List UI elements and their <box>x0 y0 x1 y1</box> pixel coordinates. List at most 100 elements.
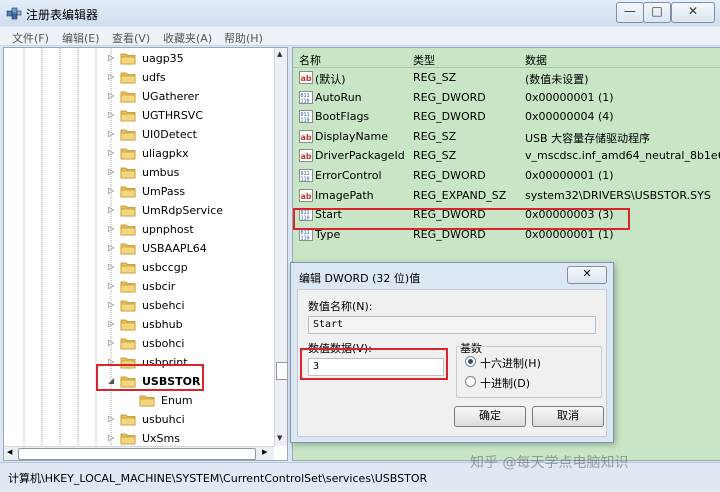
scroll-up-arrow-icon[interactable]: ▲ <box>277 50 282 58</box>
maximize-button[interactable]: □ <box>643 2 671 23</box>
tree-item-label[interactable]: uagp35 <box>142 52 184 65</box>
expanded-arrow-icon[interactable]: ◢ <box>108 376 114 385</box>
expand-arrow-icon[interactable]: ▷ <box>108 72 114 81</box>
tree-item-label[interactable]: usbcir <box>142 280 175 293</box>
tree-item-label[interactable]: UmRdpService <box>142 204 223 217</box>
column-header-data[interactable]: 数据 <box>525 52 547 68</box>
value-row[interactable]: 011 110 Type REG_DWORD 0x00000001 (1) <box>293 225 720 244</box>
value-row[interactable]: ab DriverPackageId REG_SZ v_mscdsc.inf_amd6… <box>293 146 720 165</box>
tree-item-label[interactable]: UI0Detect <box>142 128 197 141</box>
expand-arrow-icon[interactable]: ▷ <box>108 433 114 442</box>
tree-item[interactable]: ▷ uagp35 <box>4 49 274 68</box>
value-row[interactable]: 011 110 Start REG_DWORD 0x00000003 (3) <box>293 205 720 224</box>
tree-item-label[interactable]: UGTHRSVC <box>142 109 203 122</box>
value-name: BootFlags <box>315 110 370 124</box>
radio-decimal-indicator[interactable] <box>465 376 476 387</box>
tree-horizontal-scroll-thumb[interactable] <box>18 448 256 460</box>
tree-item-label[interactable]: uliagpkx <box>142 147 189 160</box>
menu-file[interactable]: 文件(F) <box>12 30 49 46</box>
tree-item-label[interactable]: USBSTOR <box>142 375 201 388</box>
dialog-close-button[interactable]: ✕ <box>567 266 607 284</box>
tree-item-label[interactable]: udfs <box>142 71 166 84</box>
scroll-right-arrow-icon[interactable]: ▶ <box>262 448 267 456</box>
cancel-button[interactable]: 取消 <box>532 406 604 427</box>
value-row[interactable]: ab DisplayName REG_SZ USB 大容量存储驱动程序 <box>293 127 720 146</box>
tree-item[interactable]: ▷ udfs <box>4 68 274 87</box>
tree-vertical-scroll-thumb[interactable] <box>276 362 287 380</box>
column-header-name[interactable]: 名称 <box>299 52 321 68</box>
tree-item[interactable]: ▷ usbhub <box>4 315 274 334</box>
tree-item[interactable]: ▷ usbehci <box>4 296 274 315</box>
scroll-down-arrow-icon[interactable]: ▼ <box>277 434 282 442</box>
tree-item-label[interactable]: UmPass <box>142 185 185 198</box>
expand-arrow-icon[interactable]: ▷ <box>108 338 114 347</box>
tree-item-label[interactable]: usbprint <box>142 356 188 369</box>
value-row[interactable]: 011 110 BootFlags REG_DWORD 0x00000004 (4) <box>293 107 720 126</box>
radio-decimal-label[interactable]: 十进制(D) <box>480 375 530 391</box>
expand-arrow-icon[interactable]: ▷ <box>108 319 114 328</box>
tree-item[interactable]: ▷ usbcir <box>4 277 274 296</box>
expand-arrow-icon[interactable]: ▷ <box>108 186 114 195</box>
tree-item-label[interactable]: umbus <box>142 166 179 179</box>
expand-arrow-icon[interactable]: ▷ <box>108 224 114 233</box>
tree-item[interactable]: ◢ USBSTOR <box>4 372 274 391</box>
tree-item[interactable]: Enum <box>4 391 274 410</box>
expand-arrow-icon[interactable]: ▷ <box>108 110 114 119</box>
tree-item-label[interactable]: usbehci <box>142 299 185 312</box>
column-header-type[interactable]: 类型 <box>413 52 435 68</box>
expand-arrow-icon[interactable]: ▷ <box>108 414 114 423</box>
tree-item-label[interactable]: usbuhci <box>142 413 185 426</box>
expand-arrow-icon[interactable]: ▷ <box>108 167 114 176</box>
radio-hexadecimal-indicator[interactable] <box>465 356 476 367</box>
expand-arrow-icon[interactable]: ▷ <box>108 300 114 309</box>
tree-item-label[interactable]: UGatherer <box>142 90 199 103</box>
minimize-button[interactable]: — <box>616 2 644 23</box>
tree-item[interactable]: ▷ UI0Detect <box>4 125 274 144</box>
tree-item[interactable]: ▷ UmRdpService <box>4 201 274 220</box>
menu-view[interactable]: 查看(V) <box>112 30 150 46</box>
tree-item-label[interactable]: Enum <box>161 394 193 407</box>
folder-icon <box>120 319 136 331</box>
expand-arrow-icon[interactable]: ▷ <box>108 148 114 157</box>
tree-item-label[interactable]: UxSms <box>142 432 180 445</box>
tree-item-label[interactable]: usbohci <box>142 337 185 350</box>
expand-arrow-icon[interactable]: ▷ <box>108 91 114 100</box>
tree-vertical-scrollbar[interactable]: ▲ ▼ <box>274 48 287 446</box>
tree-item-label[interactable]: USBAAPL64 <box>142 242 207 255</box>
tree-horizontal-scrollbar[interactable]: ◀ ▶ <box>4 446 274 460</box>
tree-item[interactable]: ▷ UGTHRSVC <box>4 106 274 125</box>
scroll-left-arrow-icon[interactable]: ◀ <box>7 448 12 456</box>
tree-item[interactable]: ▷ usbccgp <box>4 258 274 277</box>
value-row[interactable]: 011 110 ErrorControl REG_DWORD 0x00000001 (1… <box>293 166 720 185</box>
expand-arrow-icon[interactable]: ▷ <box>108 129 114 138</box>
expand-arrow-icon[interactable]: ▷ <box>108 357 114 366</box>
expand-arrow-icon[interactable]: ▷ <box>108 262 114 271</box>
close-button[interactable]: ✕ <box>671 2 715 23</box>
tree-item[interactable]: ▷ upnphost <box>4 220 274 239</box>
registry-key-tree[interactable]: ▷ uagp35 ▷ udfs ▷ UGatherer ▷ UGTHRSVC ▷ UI0Detec… <box>3 47 288 461</box>
tree-item[interactable]: ▷ uliagpkx <box>4 144 274 163</box>
expand-arrow-icon[interactable]: ▷ <box>108 281 114 290</box>
radio-hexadecimal-label[interactable]: 十六进制(H) <box>480 355 541 371</box>
expand-arrow-icon[interactable]: ▷ <box>108 53 114 62</box>
tree-item-label[interactable]: usbhub <box>142 318 183 331</box>
expand-arrow-icon[interactable]: ▷ <box>108 243 114 252</box>
tree-item[interactable]: ▷ usbprint <box>4 353 274 372</box>
menu-help[interactable]: 帮助(H) <box>224 30 263 46</box>
value-row[interactable]: 011 110 AutoRun REG_DWORD 0x00000001 (1) <box>293 88 720 107</box>
tree-item[interactable]: ▷ usbuhci <box>4 410 274 429</box>
tree-item[interactable]: ▷ UGatherer <box>4 87 274 106</box>
expand-arrow-icon[interactable]: ▷ <box>108 205 114 214</box>
value-data-input[interactable]: 3 <box>308 358 444 376</box>
tree-item[interactable]: ▷ umbus <box>4 163 274 182</box>
menu-favorites[interactable]: 收藏夹(A) <box>163 30 212 46</box>
menu-edit[interactable]: 编辑(E) <box>62 30 100 46</box>
tree-item-label[interactable]: usbccgp <box>142 261 188 274</box>
tree-item[interactable]: ▷ UmPass <box>4 182 274 201</box>
tree-item-label[interactable]: upnphost <box>142 223 194 236</box>
tree-item[interactable]: ▷ USBAAPL64 <box>4 239 274 258</box>
value-row[interactable]: ab ImagePath REG_EXPAND_SZ system32\DRIVERS… <box>293 186 720 205</box>
value-row[interactable]: ab (默认) REG_SZ (数值未设置) <box>293 68 720 87</box>
ok-button[interactable]: 确定 <box>454 406 526 427</box>
tree-item[interactable]: ▷ usbohci <box>4 334 274 353</box>
